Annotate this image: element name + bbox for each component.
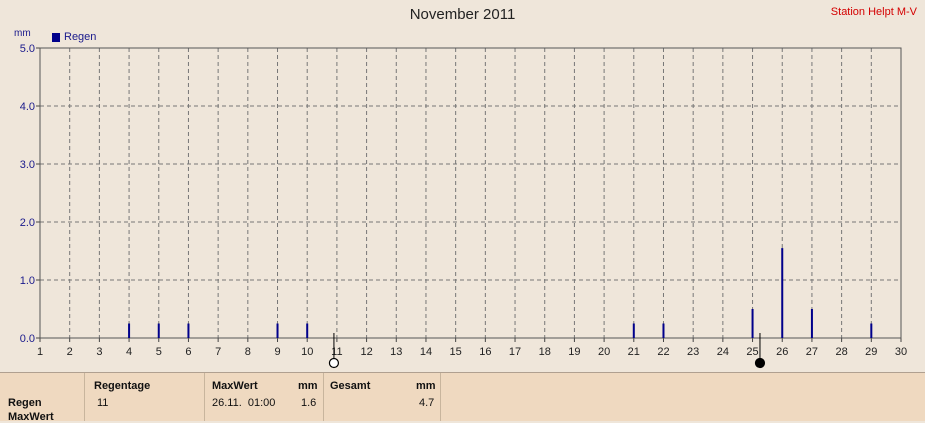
x-tick-label: 30: [895, 346, 907, 358]
y-tick-label: 1.0: [20, 275, 35, 287]
y-tick-label: 0.0: [20, 333, 35, 345]
rain-bar: [810, 309, 813, 338]
x-tick-label: 9: [274, 346, 280, 358]
rain-bar: [157, 323, 160, 338]
maxwert-unit: mm: [298, 380, 318, 392]
rain-bar: [751, 309, 754, 338]
maxwert-header: MaxWert: [212, 380, 258, 392]
maxwert-value: 1.6: [301, 397, 317, 409]
maxwert-date: 26.11. 01:00: [212, 397, 276, 409]
maxwert-cell: MaxWert mm 26.11. 01:00 1.6: [205, 373, 324, 421]
x-tick-label: 21: [628, 346, 640, 358]
rain-chart: 1 2 3 4 5 6 7 8 9 10 11 12 13 14 15 16 17 18 19 20 21 22 23 24 2…: [20, 43, 907, 369]
rain-bar: [187, 323, 190, 338]
y-tick-label: 4.0: [20, 101, 35, 113]
x-tick-label: 22: [657, 346, 669, 358]
x-tick-label: 18: [539, 346, 551, 358]
rain-bar: [128, 323, 131, 338]
new-moon-icon: [754, 357, 766, 369]
row-label-regen: Regen: [8, 397, 42, 409]
row-label-maxwert: MaxWert: [8, 411, 54, 423]
x-tick-label: 16: [479, 346, 491, 358]
x-tick-label: 29: [865, 346, 877, 358]
x-tick-label: 3: [96, 346, 102, 358]
x-tick-label: 5: [156, 346, 162, 358]
plot-area: [40, 48, 901, 338]
gesamt-value: 4.7: [419, 397, 435, 409]
rain-bar: [662, 323, 665, 338]
x-tick-label: 7: [215, 346, 221, 358]
rain-bar: [870, 323, 873, 338]
regentage-value: 11: [97, 397, 109, 409]
y-tick-label: 5.0: [20, 43, 35, 55]
x-tick-label: 20: [598, 346, 610, 358]
x-tick-label: 8: [245, 346, 251, 358]
x-tick-label: 11: [331, 346, 342, 358]
y-tick-label: 2.0: [20, 217, 35, 229]
x-tick-label: 2: [67, 346, 73, 358]
regentage-header: Regentage: [94, 380, 151, 392]
rain-bar: [632, 323, 635, 338]
x-tick-label: 24: [717, 346, 729, 358]
y-tick-label: 3.0: [20, 159, 35, 171]
x-tick-label: 19: [568, 346, 580, 358]
x-tick-label: 15: [450, 346, 462, 358]
x-tick-label: 10: [301, 346, 313, 358]
gesamt-unit: mm: [416, 380, 436, 392]
summary-panel: Regen MaxWert Regentage 11 MaxWert mm 26…: [0, 372, 925, 423]
x-tick-label: 27: [806, 346, 818, 358]
x-tick-label: 14: [420, 346, 432, 358]
x-tick-label: 28: [835, 346, 847, 358]
x-tick-label: 6: [185, 346, 191, 358]
rain-bar: [276, 323, 279, 338]
rain-bar: [306, 323, 309, 338]
regentage-cell: Regentage 11: [85, 373, 205, 421]
x-tick-label: 4: [126, 346, 132, 358]
gesamt-header: Gesamt: [330, 380, 371, 392]
x-tick-label: 26: [776, 346, 788, 358]
x-tick-label: 12: [360, 346, 372, 358]
x-tick-label: 1: [37, 346, 43, 358]
rain-bar: [781, 248, 784, 338]
x-tick-label: 23: [687, 346, 699, 358]
x-tick-label: 17: [509, 346, 521, 358]
x-tick-label: 13: [390, 346, 402, 358]
full-moon-icon: [328, 357, 340, 369]
x-tick-label: 25: [746, 346, 758, 358]
gesamt-cell: Gesamt mm 4.7: [324, 373, 441, 421]
summary-labels-cell: Regen MaxWert: [0, 373, 85, 423]
